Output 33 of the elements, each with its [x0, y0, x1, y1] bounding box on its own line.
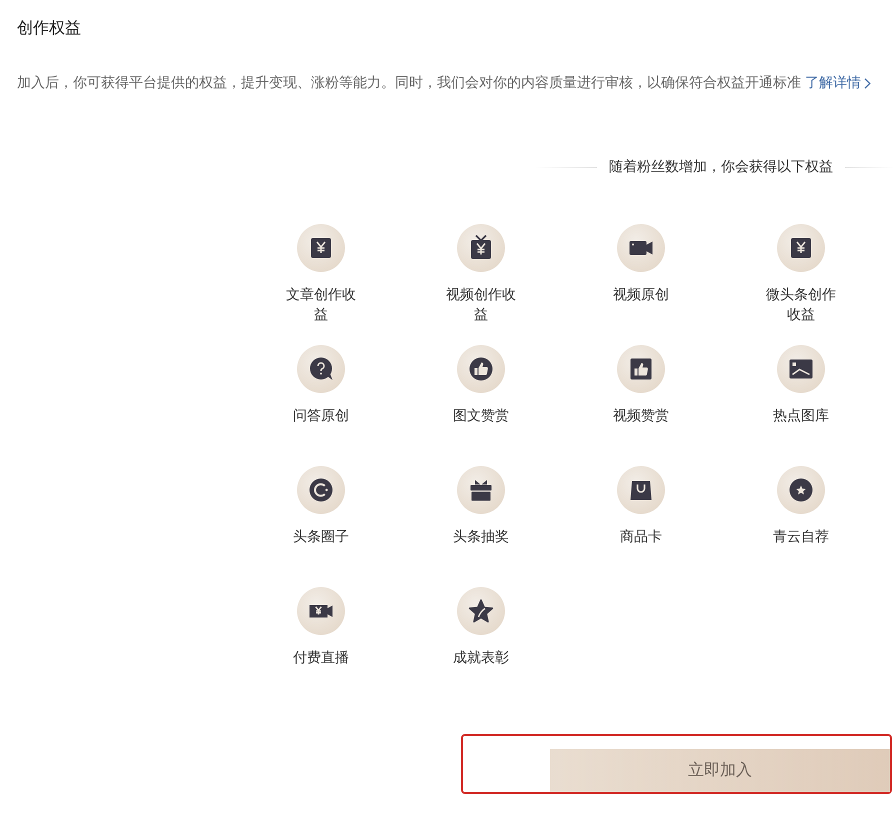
benefit-label: 视频创作收益 [445, 286, 517, 325]
learn-more-link[interactable]: 了解详情 [805, 73, 871, 93]
benefit-label: 付费直播 [293, 649, 349, 668]
question-bubble-icon [297, 345, 345, 393]
join-button[interactable]: 立即加入 [550, 749, 890, 792]
yen-note-icon [297, 224, 345, 272]
image-icon [777, 345, 825, 393]
benefits-heading: 随着粉丝数增加，你会获得以下权益 [609, 158, 833, 177]
benefit-label: 头条抽奖 [453, 528, 509, 547]
benefit-label: 青云自荐 [773, 528, 829, 547]
benefit-label: 问答原创 [293, 407, 349, 426]
yen-note-icon [777, 224, 825, 272]
section-title: 创作权益 [17, 17, 82, 39]
benefit-label: 视频原创 [613, 286, 669, 305]
benefit-label: 成就表彰 [453, 649, 509, 668]
benefit-label: 微头条创作收益 [765, 286, 837, 325]
thumbs-up-icon [617, 345, 665, 393]
benefit-label: 商品卡 [620, 528, 662, 547]
star-badge-icon [777, 466, 825, 514]
gift-icon [457, 466, 505, 514]
thumbs-up-icon [457, 345, 505, 393]
chevron-right-icon [864, 78, 871, 88]
benefit-label: 图文赞赏 [453, 407, 509, 426]
benefit-label: 热点图库 [773, 407, 829, 426]
benefit-label: 头条圈子 [293, 528, 349, 547]
benefit-label: 视频赞赏 [613, 407, 669, 426]
benefit-label: 文章创作收益 [285, 286, 357, 325]
ring-icon [297, 466, 345, 514]
video-camera-icon [617, 224, 665, 272]
camera-yen-icon [297, 587, 345, 635]
description-text: 加入后，你可获得平台提供的权益，提升变现、涨粉等能力。同时，我们会对你的内容质量进行审核，以确保符合权益开通标准 了解详情 [17, 73, 894, 93]
tv-icon [457, 224, 505, 272]
shopping-bag-icon [617, 466, 665, 514]
